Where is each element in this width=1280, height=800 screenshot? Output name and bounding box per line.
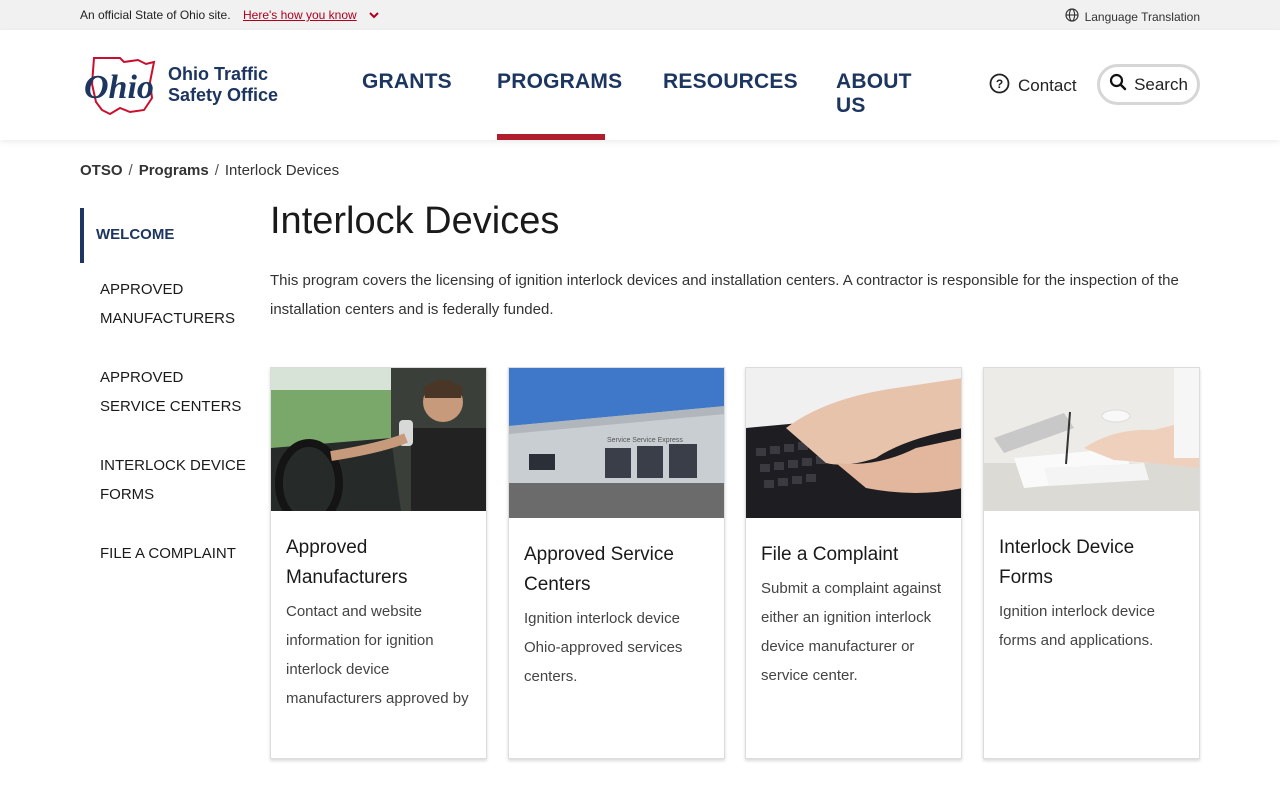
sidebar-item-interlock-device-forms[interactable]: INTERLOCK DEVICE FORMS [80, 451, 250, 509]
card-description: Submit a complaint against either an ign… [761, 580, 942, 684]
official-site-text: An official State of Ohio site. [80, 8, 231, 22]
card-description: Ignition interlock device forms and appl… [999, 603, 1155, 649]
sidebar-item-file-a-complaint[interactable]: FILE A COMPLAINT [80, 539, 250, 568]
ohio-logo-word: Ohio [84, 69, 154, 106]
service-center-image: Service Service Express [509, 368, 724, 518]
help-circle-icon: ? [989, 73, 1010, 99]
keyboard-typing-image [746, 368, 961, 518]
driver-interlock-image [271, 368, 486, 511]
contact-label: Contact [1018, 76, 1077, 95]
chevron-down-icon[interactable] [367, 8, 381, 22]
nav-grants[interactable]: GRANTS [362, 70, 452, 94]
card-title: File a Complaint [761, 544, 899, 565]
sidebar-item-welcome[interactable]: WELCOME [80, 208, 250, 263]
card-description: Ignition interlock device Ohio-approved … [524, 610, 683, 685]
globe-icon [1064, 8, 1079, 25]
site-header: Ohio Ohio Traffic Safety Office GRANTS P… [0, 30, 1280, 140]
active-nav-indicator [497, 134, 605, 140]
breadcrumb-current: Interlock Devices [224, 162, 340, 179]
card-approved-manufacturers[interactable]: Approved Manufacturers Contact and websi… [270, 367, 487, 759]
card-title: Interlock Device Forms [999, 537, 1135, 588]
page-intro: This program covers the licensing of ign… [270, 272, 1179, 318]
how-you-know-link[interactable]: Here's how you know [243, 8, 357, 22]
language-translation-button[interactable]: Language Translation [1064, 8, 1200, 25]
nav-resources[interactable]: RESOURCES [663, 70, 798, 94]
nav-programs[interactable]: PROGRAMS [497, 70, 622, 94]
search-label: Search [1134, 74, 1188, 94]
contact-link[interactable]: ? Contact [989, 73, 1077, 99]
breadcrumb-otso[interactable]: OTSO [80, 162, 123, 179]
search-button[interactable]: Search [1097, 64, 1200, 105]
writing-form-image [984, 368, 1199, 511]
sidebar-item-approved-manufacturers[interactable]: APPROVED MANUFACTURERS [80, 275, 250, 333]
org-name-line1: Ohio Traffic [168, 64, 269, 84]
language-translation-label: Language Translation [1084, 9, 1200, 24]
org-name[interactable]: Ohio Traffic Safety Office [168, 64, 278, 106]
svg-text:?: ? [996, 77, 1003, 91]
sidebar-item-approved-service-centers[interactable]: APPROVED SERVICE CENTERS [80, 363, 250, 421]
section-sidebar: WELCOME APPROVED MANUFACTURERS APPROVED … [80, 208, 250, 598]
card-approved-service-centers[interactable]: Service Service Express Approved Service… [508, 367, 725, 759]
breadcrumb: OTSO / Programs / Interlock Devices [80, 162, 339, 179]
card-title: Approved Manufacturers [286, 537, 408, 588]
page-title: Interlock Devices [270, 200, 560, 242]
breadcrumb-programs[interactable]: Programs [139, 162, 209, 179]
breadcrumb-separator: / [128, 162, 133, 179]
search-icon [1109, 73, 1127, 96]
nav-about-us[interactable]: ABOUT US [836, 70, 912, 118]
card-file-a-complaint[interactable]: File a Complaint Submit a complaint agai… [745, 367, 962, 759]
org-name-line2: Safety Office [168, 85, 279, 105]
card-title: Approved Service Centers [524, 544, 674, 595]
ohio-logo[interactable]: Ohio [80, 54, 160, 116]
card-description: Contact and website information for igni… [286, 603, 469, 707]
breadcrumb-separator: / [214, 162, 219, 179]
card-interlock-device-forms[interactable]: Interlock Device Forms Ignition interloc… [983, 367, 1200, 759]
official-site-banner: An official State of Ohio site. Here's h… [0, 0, 1280, 30]
svg-text:Service Service Express: Service Service Express [607, 437, 683, 444]
